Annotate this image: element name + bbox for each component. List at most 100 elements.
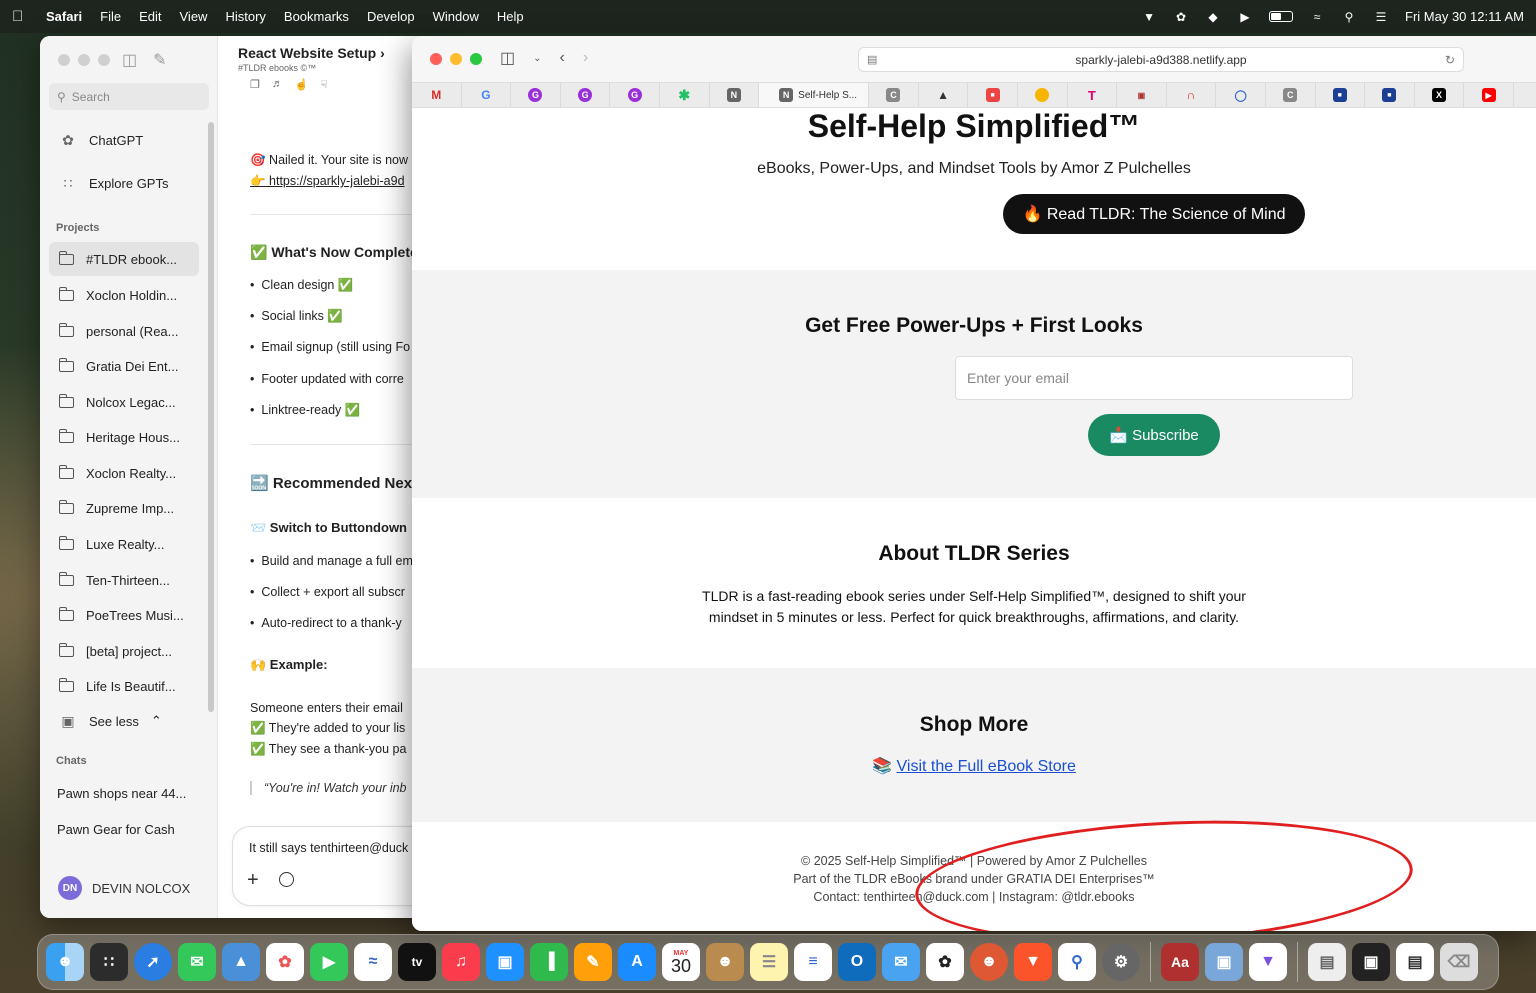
stack-icon[interactable]: ◆ <box>1205 10 1221 24</box>
tab-tmobile[interactable]: T <box>1068 83 1118 107</box>
control-center-icon[interactable]: ☰ <box>1373 10 1389 24</box>
read-tldr-button[interactable]: 🔥 Read TLDR: The Science of Mind <box>1003 194 1305 234</box>
back-arrow-icon[interactable]: ‹ <box>560 49 565 67</box>
chatgpt-status-icon[interactable]: ✿ <box>1173 10 1189 24</box>
zoom-icon[interactable] <box>470 53 482 65</box>
tab-active[interactable]: N Self-Help S... <box>759 83 870 107</box>
tab-grammarly-3[interactable]: G <box>610 83 660 107</box>
see-less-button[interactable]: ▣ See less ⌃ <box>49 704 199 738</box>
document-icon[interactable]: ▤ <box>1308 943 1346 981</box>
keynote-icon[interactable]: ▣ <box>486 943 524 981</box>
project-item[interactable]: Ten-Thirteen... <box>49 563 199 597</box>
tab-x[interactable]: X <box>1415 83 1465 107</box>
preview-icon[interactable]: ▣ <box>1205 943 1243 981</box>
url-bar[interactable]: ▤ sparkly-jalebi-a9d388.netlify.app ↻ <box>858 47 1464 72</box>
maps-icon[interactable]: ▲ <box>222 943 260 981</box>
duckduckgo-icon[interactable]: ☻ <box>970 943 1008 981</box>
tab-box[interactable]: ∩ <box>1167 83 1217 107</box>
tab-arrow[interactable]: ▲ <box>919 83 969 107</box>
outlook-icon[interactable]: O <box>838 943 876 981</box>
project-item[interactable]: Life Is Beautif... <box>49 669 199 703</box>
conversation-title[interactable]: React Website Setup › <box>238 45 385 61</box>
numbers-icon[interactable]: ▐ <box>530 943 568 981</box>
brave-icon[interactable]: ▼ <box>1014 943 1052 981</box>
pages-icon[interactable]: ✎ <box>574 943 612 981</box>
notes-icon[interactable]: ☰ <box>750 943 788 981</box>
project-item[interactable]: Xoclon Realty... <box>49 456 199 490</box>
new-chat-icon[interactable]: ✎ <box>153 50 166 70</box>
sidebar-item-chatgpt[interactable]: ✿ ChatGPT <box>49 123 199 157</box>
messages-icon[interactable]: ✉ <box>178 943 216 981</box>
chat-item[interactable]: Pawn Gear for Cash <box>57 822 175 837</box>
menu-edit[interactable]: Edit <box>139 9 161 24</box>
wifi-icon[interactable]: ≈ <box>1309 10 1325 24</box>
launchpad-icon[interactable]: ∷ <box>90 943 128 981</box>
close-icon[interactable] <box>430 53 442 65</box>
chatgpt-app-icon[interactable]: ✿ <box>926 943 964 981</box>
reload-icon[interactable]: ↻ <box>1445 53 1455 67</box>
sidebar-toggle-icon[interactable]: ◫ <box>122 50 137 70</box>
vpn-icon[interactable]: ▼ <box>1141 10 1157 24</box>
menu-app-name[interactable]: Safari <box>46 9 82 24</box>
menu-clock[interactable]: Fri May 30 12:11 AM <box>1405 9 1524 24</box>
tab-perplexity[interactable]: ✱ <box>660 83 710 107</box>
keychain-icon[interactable]: ⚲ <box>1058 943 1096 981</box>
subscribe-button[interactable]: 📩 Subscribe <box>1088 414 1220 456</box>
tab-news[interactable]: ▣ <box>1117 83 1167 107</box>
tab-grammarly-2[interactable]: G <box>561 83 611 107</box>
ebook-store-link-text[interactable]: Visit the Full eBook Store <box>897 758 1076 775</box>
minimize-icon[interactable] <box>78 54 90 66</box>
close-icon[interactable] <box>58 54 70 66</box>
dictionary-icon[interactable]: Aa <box>1161 943 1199 981</box>
tab-google[interactable]: G <box>462 83 512 107</box>
chat-input-box[interactable]: It still says tenthirteen@duck + <box>232 826 440 906</box>
menu-develop[interactable]: Develop <box>367 9 415 24</box>
calendar-icon[interactable]: MAY 30 <box>662 943 700 981</box>
finder-icon[interactable]: ☻ <box>46 943 84 981</box>
project-item[interactable]: PoeTrees Musi... <box>49 598 199 632</box>
apple-menu-icon[interactable]:  <box>12 8 32 25</box>
battery-icon[interactable] <box>1269 11 1294 22</box>
message-link[interactable]: 👉 https://sparkly-jalebi-a9d <box>250 174 405 189</box>
play-icon[interactable]: ▶ <box>1237 10 1253 24</box>
project-item[interactable]: Zupreme Imp... <box>49 491 199 525</box>
tab-c[interactable]: C <box>869 83 919 107</box>
mail-icon[interactable]: ✉ <box>882 943 920 981</box>
project-item[interactable]: Xoclon Holdin... <box>49 278 199 312</box>
sidebar-scrollbar[interactable] <box>208 122 214 712</box>
forward-arrow-icon[interactable]: › <box>583 49 588 67</box>
project-item[interactable]: Nolcox Legac... <box>49 385 199 419</box>
tab-circles[interactable]: ◯ <box>1216 83 1266 107</box>
project-item[interactable]: Heritage Hous... <box>49 420 199 454</box>
tab-bank-2[interactable]: ■ <box>1365 83 1415 107</box>
speaker-icon[interactable]: ♬ <box>272 78 283 91</box>
proton-vpn-icon[interactable]: ▼ <box>1249 943 1287 981</box>
apple-tv-icon[interactable]: tv <box>398 943 436 981</box>
page-settings-icon[interactable]: ▤ <box>867 53 877 66</box>
tab-gmail[interactable]: M <box>412 83 462 107</box>
minimize-icon[interactable] <box>450 53 462 65</box>
sidebar-search[interactable]: ⚲ Search <box>49 83 209 110</box>
tab-shell[interactable] <box>1018 83 1068 107</box>
tab-notion[interactable]: N <box>710 83 760 107</box>
facetime-icon[interactable]: ▶ <box>310 943 348 981</box>
spotlight-icon[interactable]: ⚲ <box>1341 10 1357 24</box>
contacts-icon[interactable]: ☻ <box>706 943 744 981</box>
menu-file[interactable]: File <box>100 9 121 24</box>
menu-view[interactable]: View <box>180 9 208 24</box>
photos-icon[interactable]: ✿ <box>266 943 304 981</box>
menu-help[interactable]: Help <box>497 9 524 24</box>
menu-window[interactable]: Window <box>433 9 479 24</box>
project-item[interactable]: Luxe Realty... <box>49 527 199 561</box>
chevron-down-icon[interactable]: ⌄ <box>533 53 541 64</box>
project-item[interactable]: #TLDR ebook... <box>49 242 199 276</box>
trash-icon[interactable]: ⌫ <box>1440 943 1478 981</box>
sidebar-item-explore-gpts[interactable]: ∷ Explore GPTs <box>49 166 199 200</box>
music-icon[interactable]: ♫ <box>442 943 480 981</box>
menu-bookmarks[interactable]: Bookmarks <box>284 9 349 24</box>
system-settings-icon[interactable]: ⚙ <box>1102 943 1140 981</box>
plus-icon[interactable]: + <box>247 869 259 892</box>
sidebar-toggle-icon[interactable]: ◫ <box>500 48 515 68</box>
ebook-store-link[interactable]: 📚 Visit the Full eBook Store <box>412 756 1536 776</box>
email-field[interactable]: Enter your email <box>955 356 1353 400</box>
